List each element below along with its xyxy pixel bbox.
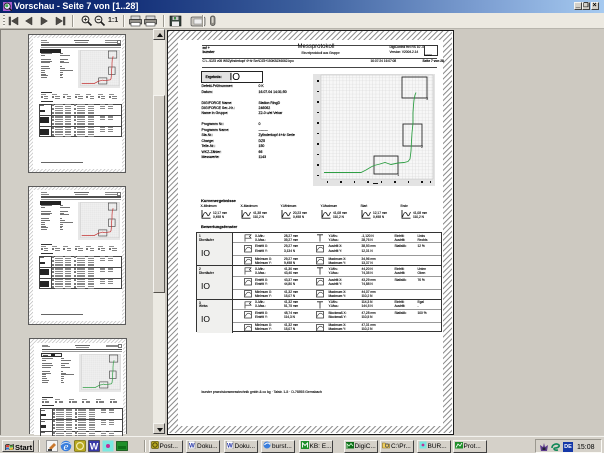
svg-text:W: W — [189, 444, 195, 450]
svg-text:W: W — [90, 442, 99, 452]
svg-text:W: W — [226, 444, 232, 450]
